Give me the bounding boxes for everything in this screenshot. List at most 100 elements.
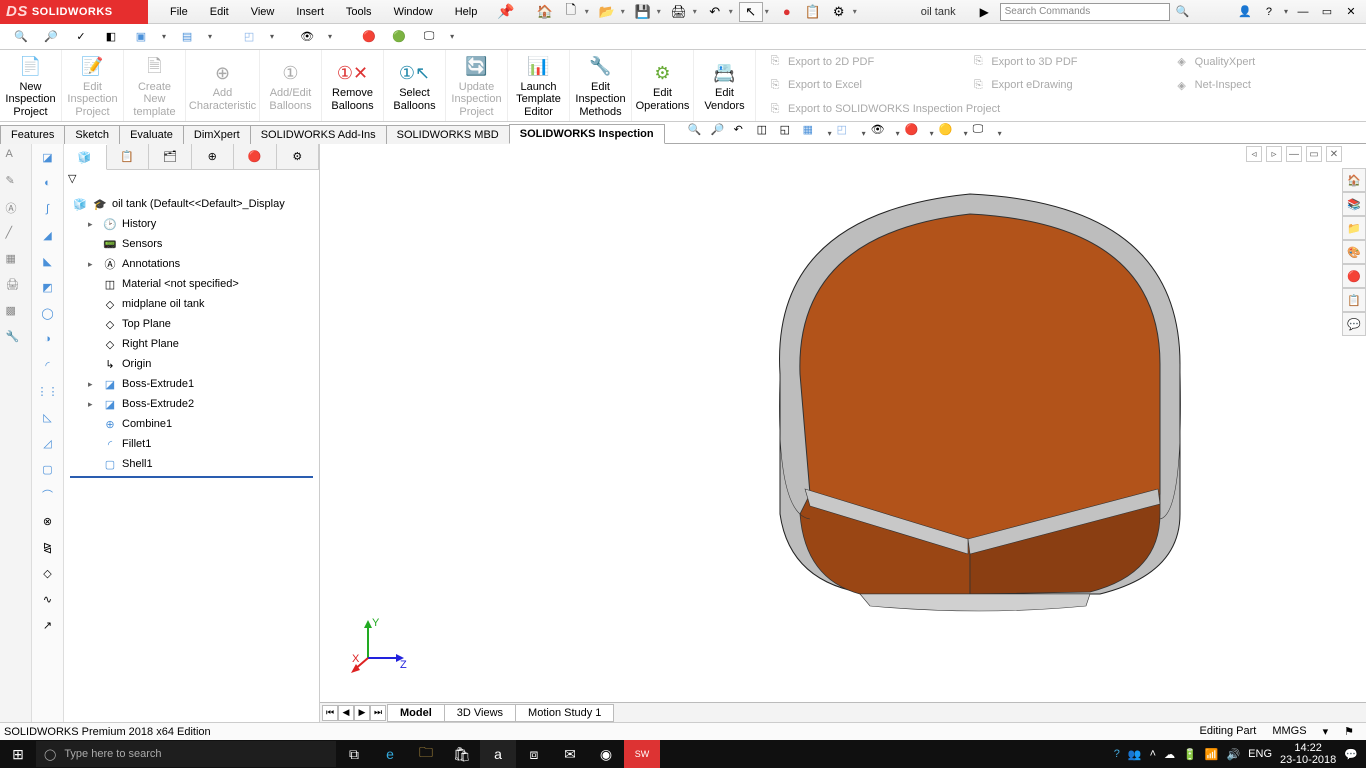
- edit-operations-button[interactable]: ⚙Edit Operations: [632, 50, 694, 121]
- status-units[interactable]: MMGS: [1272, 725, 1306, 738]
- view-palette-icon[interactable]: 🎨: [1342, 240, 1366, 264]
- volume-icon[interactable]: 🔊: [1226, 748, 1240, 761]
- edit-inspection-button[interactable]: 📝Edit Inspection Project: [62, 50, 124, 121]
- wrap-icon[interactable]: ⌒: [37, 484, 59, 506]
- line-icon[interactable]: ╱: [6, 226, 26, 246]
- edit-vendors-button[interactable]: 📇Edit Vendors: [694, 50, 756, 121]
- search-icon[interactable]: 🔍: [1172, 5, 1194, 18]
- launch-template-editor-button[interactable]: 📊Launch Template Editor: [508, 50, 570, 121]
- tree-annotations[interactable]: ▸ⒶAnnotations: [64, 254, 319, 274]
- edit-appearance-icon[interactable]: 🔴: [905, 123, 925, 143]
- model-tab[interactable]: Model: [387, 704, 445, 722]
- filter-icon[interactable]: 🔎: [40, 26, 62, 48]
- help-icon[interactable]: ?: [1258, 3, 1280, 21]
- wifi-icon[interactable]: 📶: [1205, 748, 1219, 761]
- tab-evaluate[interactable]: Evaluate: [119, 125, 184, 144]
- export-excel-button[interactable]: ⎘Export to Excel: [756, 74, 959, 98]
- solidworks-task-icon[interactable]: SW: [624, 740, 660, 768]
- zoom-icon[interactable]: 🔍: [10, 26, 32, 48]
- chevron-down-icon[interactable]: ▾: [621, 7, 629, 16]
- chevron-down-icon[interactable]: ▾: [853, 7, 861, 16]
- box2-icon[interactable]: ▤: [176, 26, 198, 48]
- qualityxpert-button[interactable]: ◈QualityXpert: [1163, 50, 1366, 74]
- sw-resources-icon[interactable]: 🏠: [1342, 168, 1366, 192]
- onedrive-icon[interactable]: ☁: [1164, 748, 1175, 761]
- view-setting-icon[interactable]: 🖵: [973, 123, 993, 143]
- add-characteristic-button[interactable]: ⊕Add Characteristic: [186, 50, 260, 121]
- maximize-button[interactable]: ▭: [1316, 3, 1338, 21]
- taskview-icon[interactable]: ⧉: [336, 740, 372, 768]
- revolve-icon[interactable]: ◐: [37, 172, 59, 194]
- start-button[interactable]: ⊞: [0, 740, 36, 768]
- chevron-down-icon[interactable]: ▾: [585, 7, 593, 16]
- vp-close-icon[interactable]: ✕: [1326, 146, 1342, 162]
- curves-icon[interactable]: ∿: [37, 588, 59, 610]
- select-icon[interactable]: ↖: [739, 2, 763, 22]
- prev-view-icon[interactable]: ↶: [734, 123, 754, 143]
- status-flag-icon[interactable]: ⚑: [1344, 725, 1354, 738]
- fillet-rail-icon[interactable]: ◜: [37, 354, 59, 376]
- tree-sensors[interactable]: 📟Sensors: [64, 234, 319, 254]
- cut-revolve-icon[interactable]: ◑: [37, 328, 59, 350]
- pattern-rail-icon[interactable]: ⋮⋮: [37, 380, 59, 402]
- appearance-icon[interactable]: 🔴: [358, 26, 380, 48]
- rollback-bar[interactable]: [70, 476, 313, 478]
- tree-origin[interactable]: ↳Origin: [64, 354, 319, 374]
- create-template-button[interactable]: 🗎Create New template: [124, 50, 186, 121]
- eye-icon[interactable]: 👁: [296, 26, 318, 48]
- custom-props-icon[interactable]: 📋: [1342, 288, 1366, 312]
- motionstudy-tab[interactable]: Motion Study 1: [515, 704, 614, 722]
- property-manager-tab[interactable]: 📋: [107, 144, 150, 169]
- minimize-button[interactable]: —: [1292, 3, 1314, 21]
- extrude-icon[interactable]: ◪: [37, 146, 59, 168]
- amazon-icon[interactable]: a: [480, 740, 516, 768]
- tree-root[interactable]: 🧊🎓oil tank (Default<<Default>_Display: [64, 194, 319, 214]
- close-button[interactable]: ✕: [1340, 3, 1362, 21]
- dimxpert-manager-tab[interactable]: ⊕: [192, 144, 235, 169]
- tree-shell1[interactable]: ▢Shell1: [64, 454, 319, 474]
- options-icon[interactable]: 📋: [801, 2, 825, 22]
- cam-manager-tab[interactable]: ⚙: [277, 144, 320, 169]
- display-style-icon[interactable]: ▦: [803, 123, 823, 143]
- sketch-rail-icon[interactable]: ✎: [6, 174, 26, 194]
- menu-window[interactable]: Window: [384, 3, 443, 21]
- graphics-viewport[interactable]: ◃ ▹ — ▭ ✕ Y Z X 🏠 📚 📁 🎨 🔴: [320, 144, 1366, 722]
- print-icon[interactable]: 🖨: [667, 2, 691, 22]
- tab-addins[interactable]: SOLIDWORKS Add-Ins: [250, 125, 387, 144]
- new-icon[interactable]: 🗋: [559, 2, 583, 22]
- sweep-icon[interactable]: ∫: [37, 198, 59, 220]
- rib-icon[interactable]: ◺: [37, 406, 59, 428]
- pattern-icon[interactable]: ▦: [6, 252, 26, 272]
- addedit-balloons-button[interactable]: ①Add/Edit Balloons: [260, 50, 322, 121]
- pin-icon[interactable]: 📌: [487, 3, 524, 20]
- tree-bossextrude2[interactable]: ▸◪Boss-Extrude2: [64, 394, 319, 414]
- mail-icon[interactable]: ✉: [552, 740, 588, 768]
- orientation-triad[interactable]: Y Z X: [350, 616, 410, 676]
- home-icon[interactable]: 🏠: [533, 2, 557, 22]
- update-project-button[interactable]: 🔄Update Inspection Project: [446, 50, 508, 121]
- status-caret-icon[interactable]: ▾: [1323, 725, 1329, 738]
- export-2dpdf-button[interactable]: ⎘Export to 2D PDF: [756, 50, 959, 74]
- box-icon[interactable]: ▣: [130, 26, 152, 48]
- search-cmd-icon[interactable]: ▶: [980, 5, 998, 19]
- menu-file[interactable]: File: [160, 3, 198, 21]
- cube-icon[interactable]: ◧: [100, 26, 122, 48]
- undo-icon[interactable]: ↶: [703, 2, 727, 22]
- intersect-icon[interactable]: ⊗: [37, 510, 59, 532]
- chevron-down-icon[interactable]: ▾: [657, 7, 665, 16]
- check-icon[interactable]: ✓: [70, 26, 92, 48]
- box3d-icon[interactable]: ◰: [238, 26, 260, 48]
- tree-topplane[interactable]: ◇Top Plane: [64, 314, 319, 334]
- taskbar-search[interactable]: ◯Type here to search: [36, 741, 336, 767]
- menu-insert[interactable]: Insert: [286, 3, 334, 21]
- display-manager-tab[interactable]: 🔴: [234, 144, 277, 169]
- cut-extrude-icon[interactable]: ◩: [37, 276, 59, 298]
- apply-scene-icon[interactable]: 🟡: [939, 123, 959, 143]
- open-icon[interactable]: 📂: [595, 2, 619, 22]
- first-tab-icon[interactable]: ⏮: [322, 705, 338, 721]
- rebuild-icon[interactable]: ●: [775, 2, 799, 22]
- refgeom-icon[interactable]: ◇: [37, 562, 59, 584]
- prev-tab-icon[interactable]: ◀: [338, 705, 354, 721]
- zoom-area-icon[interactable]: 🔎: [711, 123, 731, 143]
- 3dviews-tab[interactable]: 3D Views: [444, 704, 516, 722]
